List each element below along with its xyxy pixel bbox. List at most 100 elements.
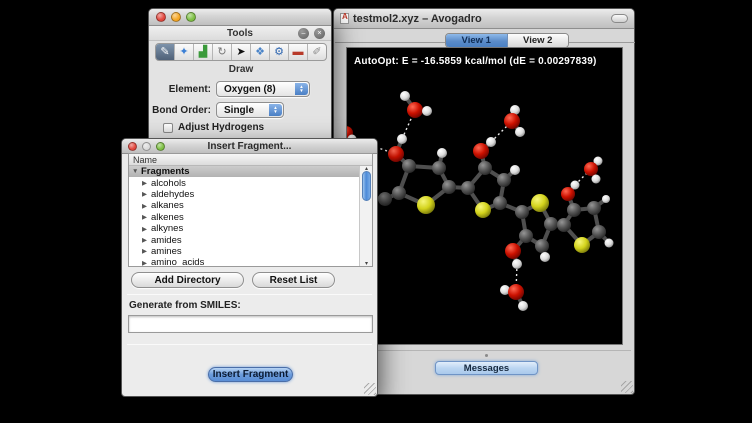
navigate-star-icon: ✦	[179, 47, 188, 58]
bond-order-value: Single	[217, 105, 254, 116]
atom-O	[561, 187, 575, 201]
atom-H	[486, 137, 496, 147]
scrollbar-thumb[interactable]	[362, 171, 371, 201]
draw-tool[interactable]: ✎	[156, 44, 175, 60]
navigate-tool[interactable]: ✦	[175, 44, 194, 60]
spheres-icon: ❖	[255, 47, 265, 58]
auto-rotate-tool[interactable]: ❖	[251, 44, 270, 60]
divider	[127, 294, 372, 295]
fragment-label: Fragments	[141, 166, 190, 177]
expand-icon[interactable]: ▶	[142, 202, 151, 210]
element-value: Oxygen (8)	[217, 84, 276, 95]
reset-list-button[interactable]: Reset List	[252, 272, 335, 288]
atom-C	[402, 159, 416, 173]
fragment-tree-item-alkanes[interactable]: ▶alkanes	[129, 200, 359, 211]
expand-icon[interactable]: ▶	[142, 213, 151, 221]
selection-tool[interactable]: ➤	[232, 44, 251, 60]
fragment-tree-item-amino_acids[interactable]: ▶amino_acids	[129, 257, 359, 266]
bond-centric-tool[interactable]: ▟	[194, 44, 213, 60]
fragment-label: amino_acids	[151, 257, 204, 266]
tab-view-1[interactable]: View 1	[446, 34, 508, 47]
gl-viewport[interactable]: AutoOpt: E = -16.5859 kcal/mol (dE = 0.0…	[346, 47, 623, 345]
tools-window: Tools – × ✎✦▟↻➤❖⚙▬✐ Draw Element: Oxygen…	[148, 8, 332, 140]
atom-C	[535, 239, 549, 253]
fragment-tree-item-aldehydes[interactable]: ▶aldehydes	[129, 189, 359, 200]
adjust-hydrogens-label: Adjust Hydrogens	[178, 122, 264, 133]
atom-S	[475, 202, 491, 218]
smiles-input[interactable]	[128, 315, 373, 333]
measure-tool[interactable]: ▬	[289, 44, 308, 60]
expand-icon[interactable]: ▶	[142, 190, 151, 198]
document-icon: A	[340, 13, 349, 24]
auto-optimize-tool[interactable]: ⚙	[270, 44, 289, 60]
fragment-tree-item-amides[interactable]: ▶amides	[129, 234, 359, 245]
bond-order-dropdown[interactable]: Single ▲▼	[216, 102, 284, 118]
stepper-arrows-icon: ▲▼	[295, 83, 308, 95]
bond-order-label: Bond Order:	[149, 105, 211, 116]
main-window: A testmol2.xyz – Avogadro View 1 View 2	[333, 8, 635, 395]
atom-H	[510, 165, 520, 175]
splitter-handle[interactable]	[485, 354, 488, 357]
stepper-arrows-icon: ▲▼	[269, 104, 282, 116]
tools-dock-header[interactable]: Tools – ×	[149, 26, 331, 41]
main-window-titlebar[interactable]: A testmol2.xyz – Avogadro	[334, 9, 634, 29]
element-dropdown[interactable]: Oxygen (8) ▲▼	[216, 81, 310, 97]
minimize-traffic-light[interactable]	[171, 12, 181, 22]
align-tool[interactable]: ✐	[308, 44, 326, 60]
add-directory-button[interactable]: Add Directory	[131, 272, 244, 288]
manipulate-tool[interactable]: ↻	[213, 44, 232, 60]
scroll-down-icon[interactable]: ▾	[360, 260, 372, 266]
splitter-line[interactable]	[339, 350, 631, 351]
close-traffic-light[interactable]	[156, 12, 166, 22]
expand-icon[interactable]: ▶	[142, 225, 151, 233]
atom-H	[437, 148, 447, 158]
fragment-tree-item-amines[interactable]: ▶amines	[129, 246, 359, 257]
gear-icon: ⚙	[274, 47, 284, 58]
tab-view-2[interactable]: View 2	[508, 34, 569, 47]
atom-C	[544, 217, 558, 231]
insert-fragment-button[interactable]: Insert Fragment	[208, 367, 293, 382]
atom-H	[515, 127, 525, 137]
list-column-header[interactable]: Name	[129, 154, 372, 166]
collapse-icon[interactable]: ▼	[132, 168, 141, 175]
fragment-label: alkynes	[151, 223, 183, 234]
tools-window-titlebar[interactable]	[149, 9, 331, 26]
atom-H	[540, 252, 550, 262]
atom-C	[378, 192, 392, 206]
atom-C	[432, 161, 446, 175]
ruler-icon: ▬	[293, 47, 304, 58]
atom-O	[584, 162, 598, 176]
fragment-tree-item-alkynes[interactable]: ▶alkynes	[129, 223, 359, 234]
atom-S	[574, 237, 590, 253]
fragment-tree-item-fragments[interactable]: ▼Fragments	[129, 166, 359, 177]
atom-C	[497, 173, 511, 187]
tools-toolbar: ✎ ✦ ▟↻➤ ❖ ⚙ ▬ ✐	[155, 43, 327, 61]
fragment-tree-item-alcohols[interactable]: ▶alcohols	[129, 177, 359, 188]
expand-icon[interactable]: ▶	[142, 179, 151, 187]
fragment-list: Name ▼Fragments▶alcohols▶aldehydes▶alkan…	[128, 153, 373, 267]
messages-button[interactable]: Messages	[435, 361, 538, 375]
fragment-tree-item-alkenes[interactable]: ▶alkenes	[129, 212, 359, 223]
scrollbar[interactable]: ▴ ▾	[359, 166, 372, 266]
atom-C	[461, 181, 475, 195]
fragment-label: amines	[151, 246, 182, 257]
expand-icon[interactable]: ▶	[142, 236, 151, 244]
atom-S	[531, 194, 549, 212]
atom-C	[592, 225, 606, 239]
atom-C	[557, 218, 571, 232]
dock-close-icon[interactable]: ×	[314, 28, 325, 39]
tools-dock-title: Tools	[227, 28, 253, 39]
toolbar-pill-button[interactable]	[611, 14, 628, 23]
adjust-hydrogens-checkbox[interactable]	[163, 123, 173, 133]
resize-grip[interactable]	[621, 381, 633, 393]
dialog-titlebar[interactable]: Insert Fragment...	[122, 139, 377, 154]
dock-float-icon[interactable]: –	[298, 28, 309, 39]
expand-icon[interactable]: ▶	[142, 259, 151, 266]
atom-C	[519, 229, 533, 243]
zoom-traffic-light[interactable]	[186, 12, 196, 22]
atom-H	[518, 301, 528, 311]
resize-grip[interactable]	[364, 383, 376, 395]
atom-H	[400, 91, 410, 101]
atom-O	[504, 113, 520, 129]
expand-icon[interactable]: ▶	[142, 247, 151, 255]
